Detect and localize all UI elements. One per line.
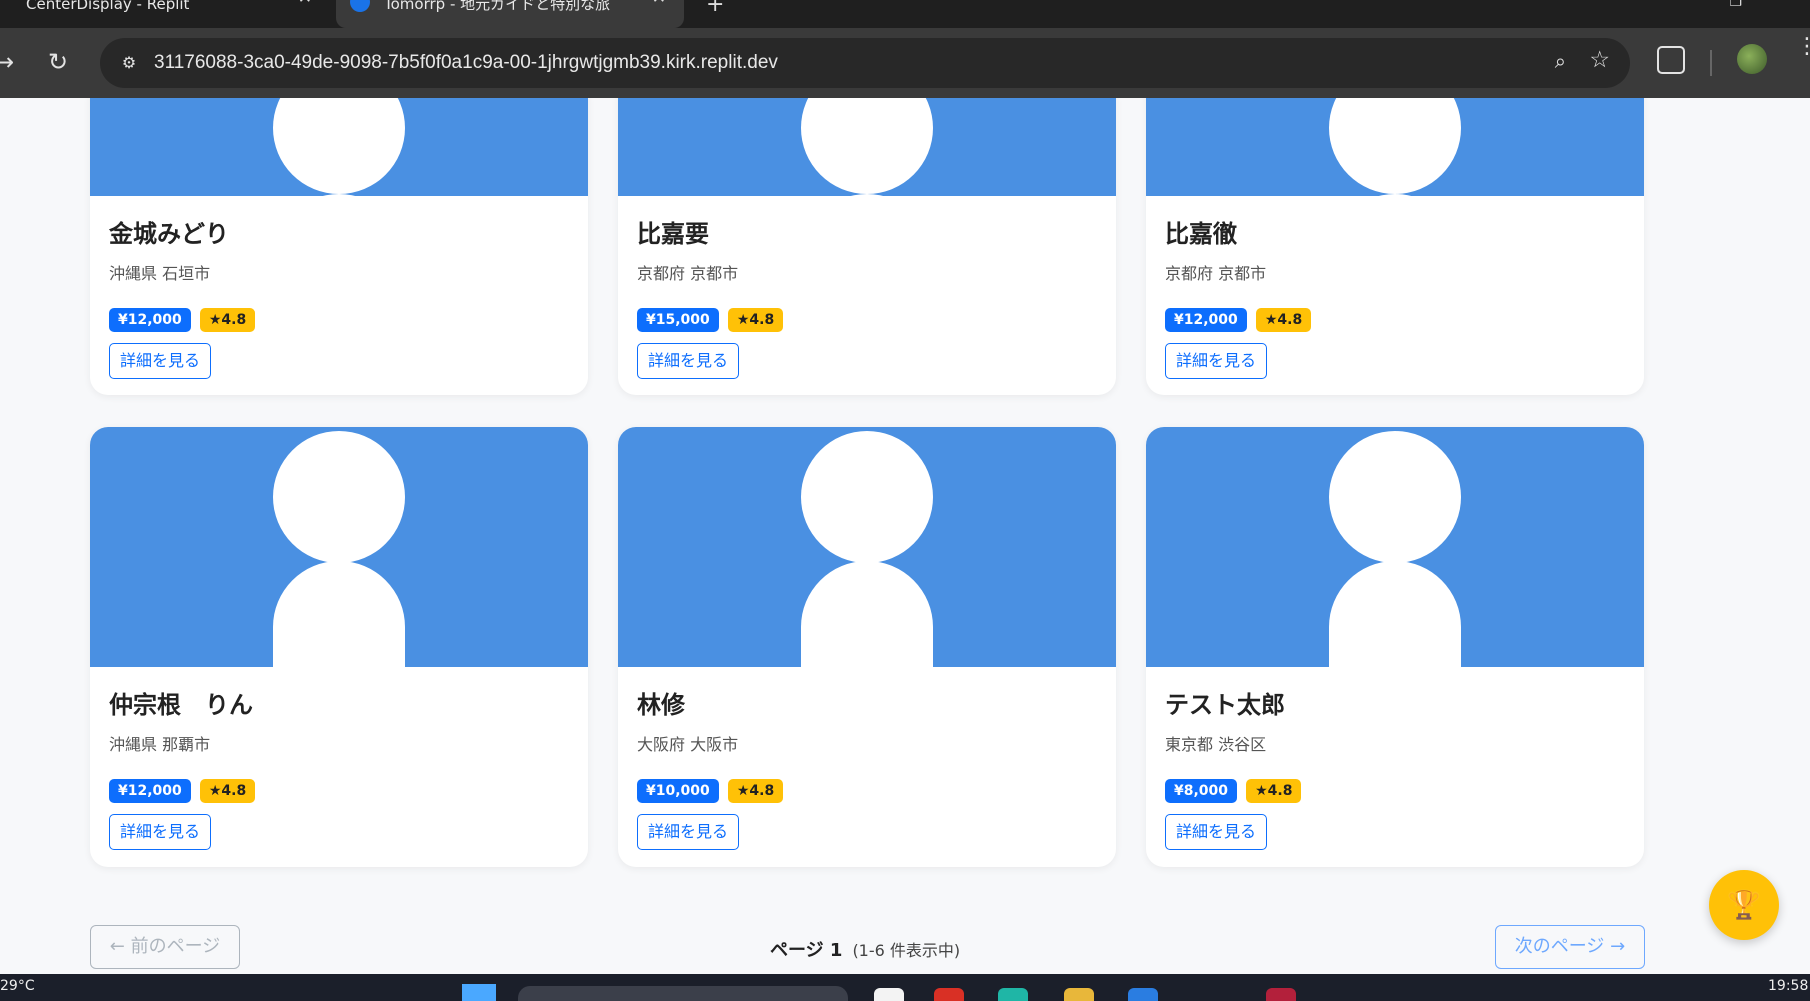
guide-card: 比嘉徹 京都府 京都市 ¥12,000 ★4.8 詳細を見る xyxy=(1146,98,1644,395)
view-details-button[interactable]: 詳細を見る xyxy=(1165,343,1268,379)
person-icon xyxy=(801,98,933,194)
guide-name: 林修 xyxy=(637,691,685,719)
rating-badge: ★4.8 xyxy=(1255,308,1312,332)
rating-badge: ★4.8 xyxy=(727,308,784,332)
guide-photo[interactable] xyxy=(618,98,1116,196)
view-details-button[interactable]: 詳細を見る xyxy=(1165,814,1268,850)
guide-photo[interactable] xyxy=(90,427,588,667)
guide-location: 沖縄県 那覇市 xyxy=(109,735,211,754)
price-badge: ¥12,000 xyxy=(109,779,191,803)
guide-photo[interactable] xyxy=(618,427,1116,667)
rating-badge: ★4.8 xyxy=(199,779,256,803)
weather-temperature[interactable]: 29°C xyxy=(0,978,35,994)
price-badge: ¥12,000 xyxy=(109,308,191,332)
guide-location: 東京都 渋谷区 xyxy=(1165,735,1267,754)
close-icon[interactable]: ✕ xyxy=(298,0,312,7)
extensions-icon[interactable] xyxy=(1657,46,1685,74)
tab-tomorrp[interactable]: Tomorrp - 地元ガイドと特別な旅 ✕ xyxy=(336,0,684,28)
view-details-button[interactable]: 詳細を見る xyxy=(637,343,740,379)
view-details-button[interactable]: 詳細を見る xyxy=(109,814,212,850)
file-explorer-icon[interactable] xyxy=(1064,988,1094,1001)
bookmark-star-icon[interactable]: ☆ xyxy=(1589,47,1610,73)
tab-strip: CenterDisplay - Replit ✕ Tomorrp - 地元ガイド… xyxy=(0,0,1810,28)
price-badge: ¥10,000 xyxy=(637,779,719,803)
next-page-button[interactable]: 次のページ → xyxy=(1495,925,1645,969)
page-number: ページ 1 xyxy=(770,940,843,961)
page-content[interactable]: 金城みどり 沖縄県 石垣市 ¥12,000 ★4.8 詳細を見る 比嘉要 京都府… xyxy=(0,98,1810,974)
result-count: (1-6 件表示中) xyxy=(852,941,961,960)
forward-icon[interactable]: → xyxy=(0,48,14,76)
profile-avatar[interactable] xyxy=(1737,44,1767,74)
prev-page-button[interactable]: ← 前のページ xyxy=(90,925,240,969)
price-badge: ¥8,000 xyxy=(1165,779,1238,803)
guide-name: テスト太郎 xyxy=(1165,691,1285,719)
rating-badge: ★4.8 xyxy=(1246,779,1302,803)
new-tab-icon[interactable]: + xyxy=(706,0,724,17)
tab-title: Tomorrp - 地元ガイドと特別な旅 xyxy=(384,0,611,13)
view-details-button[interactable]: 詳細を見る xyxy=(637,814,740,850)
toolbar-divider xyxy=(1710,50,1712,76)
browser-menu-icon[interactable]: ⋮ xyxy=(1796,36,1810,58)
rating-badge: ★4.8 xyxy=(199,308,256,332)
person-icon xyxy=(1329,431,1461,563)
guide-location: 沖縄県 石垣市 xyxy=(109,264,211,283)
guide-name: 比嘉要 xyxy=(637,220,709,248)
guide-location: 京都府 京都市 xyxy=(1165,264,1267,283)
guide-card: 金城みどり 沖縄県 石垣市 ¥12,000 ★4.8 詳細を見る xyxy=(90,98,588,395)
windows-start-icon[interactable] xyxy=(462,984,496,1001)
guide-photo[interactable] xyxy=(1146,427,1644,667)
close-icon[interactable]: ✕ xyxy=(652,0,666,7)
trophy-icon: 🏆 xyxy=(1726,888,1762,921)
guide-name: 比嘉徹 xyxy=(1165,220,1237,248)
address-bar[interactable]: ⚙ 31176088-3ca0-49de-9098-7b5f0f0a1c9a-0… xyxy=(100,38,1630,88)
site-favicon-icon xyxy=(350,0,370,12)
guide-location: 京都府 京都市 xyxy=(637,264,739,283)
taskbar-search[interactable] xyxy=(518,986,848,1001)
url-text[interactable]: 31176088-3ca0-49de-9098-7b5f0f0a1c9a-00-… xyxy=(154,52,778,74)
tab-centerdisplay[interactable]: CenterDisplay - Replit ✕ xyxy=(0,0,330,28)
os-taskbar: 29°C 19:58 xyxy=(0,974,1810,1001)
taskbar-app-icon[interactable] xyxy=(1266,988,1296,1001)
person-icon xyxy=(801,431,933,563)
page-indicator: ページ 1 (1-6 件表示中) xyxy=(770,936,960,962)
price-badge: ¥15,000 xyxy=(637,308,719,332)
guide-card: 仲宗根 りん 沖縄県 那覇市 ¥12,000 ★4.8 詳細を見る xyxy=(90,427,588,867)
trophy-fab-button[interactable]: 🏆 xyxy=(1709,870,1779,940)
person-icon xyxy=(273,431,405,563)
guide-photo[interactable] xyxy=(1146,98,1644,196)
site-info-icon[interactable]: ⚙ xyxy=(114,48,144,78)
taskbar-app-icon[interactable] xyxy=(874,988,904,1001)
tab-title: CenterDisplay - Replit xyxy=(26,0,190,13)
zoom-icon[interactable]: ⌕ xyxy=(1555,49,1566,73)
guide-name: 仲宗根 りん xyxy=(109,691,253,719)
browser-toolbar: → ↻ ⚙ 31176088-3ca0-49de-9098-7b5f0f0a1c… xyxy=(0,28,1810,98)
clock-time[interactable]: 19:58 xyxy=(1768,978,1808,994)
guide-location: 大阪府 大阪市 xyxy=(637,735,739,754)
guide-card: テスト太郎 東京都 渋谷区 ¥8,000 ★4.8 詳細を見る xyxy=(1146,427,1644,867)
guide-card: 比嘉要 京都府 京都市 ¥15,000 ★4.8 詳細を見る xyxy=(618,98,1116,395)
guide-name: 金城みどり xyxy=(109,220,229,248)
chrome-app-icon[interactable] xyxy=(934,988,964,1001)
guide-photo[interactable] xyxy=(90,98,588,196)
guide-card: 林修 大阪府 大阪市 ¥10,000 ★4.8 詳細を見る xyxy=(618,427,1116,867)
taskbar-app-icon[interactable] xyxy=(998,988,1028,1001)
rating-badge: ★4.8 xyxy=(727,779,784,803)
price-badge: ¥12,000 xyxy=(1165,308,1247,332)
restore-window-icon[interactable]: ❐ xyxy=(1729,0,1742,10)
view-details-button[interactable]: 詳細を見る xyxy=(109,343,212,379)
person-icon xyxy=(1329,98,1461,194)
reload-icon[interactable]: ↻ xyxy=(48,48,68,76)
person-icon xyxy=(273,98,405,194)
taskbar-app-icon[interactable] xyxy=(1128,988,1158,1001)
